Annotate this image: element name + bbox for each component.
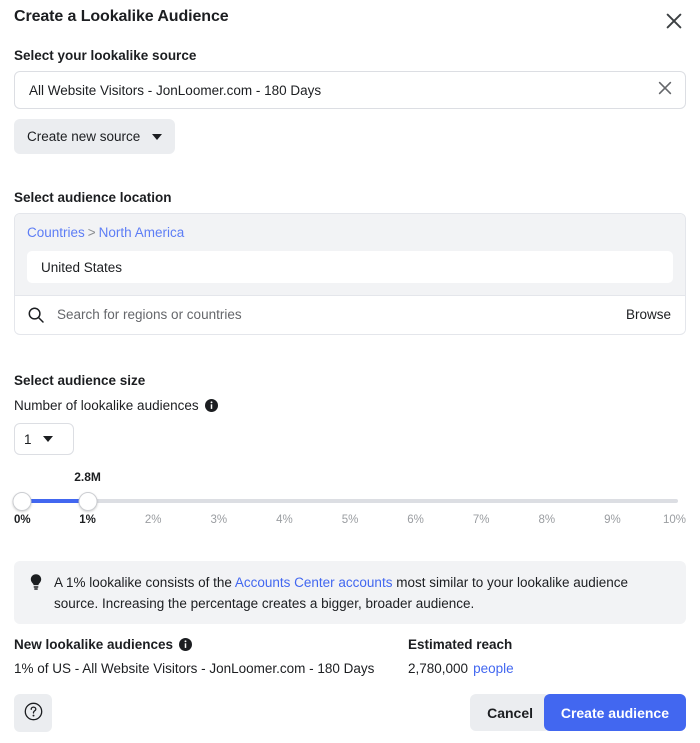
- summary-audience-name: 1% of US - All Website Visitors - JonLoo…: [14, 661, 375, 676]
- tip-text-before: A 1% lookalike consists of the: [54, 575, 235, 590]
- close-dialog-button[interactable]: [658, 5, 690, 37]
- cancel-button[interactable]: Cancel: [470, 694, 550, 731]
- page-title: Create a Lookalike Audience: [14, 8, 229, 25]
- close-icon: [665, 12, 683, 30]
- audience-location-panel: Countries>North America United States Br…: [14, 213, 686, 335]
- breadcrumb: Countries > North America: [27, 224, 673, 242]
- summary-header-row: New lookalike audiences Estimated reach: [14, 637, 686, 652]
- slider-tick-0[interactable]: 0%: [14, 514, 31, 526]
- lookalike-source-field[interactable]: All Website Visitors - JonLoomer.com - 1…: [14, 71, 686, 109]
- create-new-source-label: Create new source: [27, 129, 141, 144]
- audience-size-section-label: Select audience size: [14, 373, 146, 388]
- summary-col-reach-header: Estimated reach: [408, 637, 513, 652]
- summary-col-audiences-label: New lookalike audiences: [14, 637, 174, 652]
- summary-col-audiences-header: New lookalike audiences: [14, 637, 408, 652]
- selected-location-item[interactable]: United States: [27, 251, 673, 283]
- lookalike-tip-box: A 1% lookalike consists of the Accounts …: [14, 561, 686, 624]
- accounts-center-accounts-link[interactable]: Accounts Center accounts: [235, 575, 393, 590]
- lookalike-source-value: All Website Visitors - JonLoomer.com - 1…: [29, 82, 322, 98]
- reach-people-link[interactable]: people: [473, 661, 514, 676]
- number-of-audiences-row: Number of lookalike audiences: [14, 398, 218, 413]
- info-icon[interactable]: [204, 399, 218, 412]
- breadcrumb-north-america[interactable]: North America: [99, 225, 185, 240]
- slider-handle-upper[interactable]: [78, 492, 98, 511]
- location-panel-top: Countries > North America United States: [15, 214, 685, 295]
- breadcrumb-countries[interactable]: Countries: [27, 225, 85, 240]
- create-lookalike-audience-dialog: Create a Lookalike Audience Select your …: [0, 0, 700, 743]
- slider-tick-4[interactable]: 4%: [276, 514, 293, 526]
- info-icon[interactable]: [179, 638, 193, 651]
- slider-tick-8[interactable]: 8%: [538, 514, 555, 526]
- slider-tick-7[interactable]: 7%: [473, 514, 490, 526]
- dialog-footer: Cancel Create audience: [0, 683, 700, 743]
- browse-link[interactable]: Browse: [626, 307, 671, 322]
- audience-size-slider[interactable]: 2.8M 0% 1% 2% 3% 4% 5% 6% 7% 8% 9% 10%: [12, 470, 686, 532]
- slider-tick-6[interactable]: 6%: [407, 514, 424, 526]
- slider-tick-labels: 0% 1% 2% 3% 4% 5% 6% 7% 8% 9% 10%: [14, 514, 686, 532]
- location-search-row: Browse: [15, 295, 685, 333]
- summary-table: New lookalike audiences Estimated reach …: [14, 637, 686, 676]
- source-section-label: Select your lookalike source: [14, 48, 197, 63]
- number-of-audiences-select[interactable]: 1: [14, 423, 74, 455]
- slider-reach-label: 2.8M: [74, 470, 101, 484]
- slider-tick-5[interactable]: 5%: [342, 514, 359, 526]
- slider-tick-2[interactable]: 2%: [145, 514, 162, 526]
- search-input[interactable]: [57, 307, 626, 322]
- summary-reach-cell: 2,780,000 people: [408, 661, 514, 676]
- location-section-label: Select audience location: [14, 190, 172, 205]
- slider-tick-3[interactable]: 3%: [210, 514, 227, 526]
- chevron-down-icon: [42, 436, 53, 442]
- tip-text: A 1% lookalike consists of the Accounts …: [54, 572, 672, 624]
- help-button[interactable]: [14, 694, 52, 732]
- chevron-down-icon: [152, 133, 163, 140]
- create-new-source-button[interactable]: Create new source: [14, 119, 176, 154]
- dialog-header: Create a Lookalike Audience: [0, 0, 700, 42]
- slider-tick-9[interactable]: 9%: [604, 514, 621, 526]
- slider-tick-1[interactable]: 1%: [79, 514, 96, 526]
- close-icon: [657, 80, 673, 101]
- question-mark-circle-icon: [24, 702, 43, 724]
- lightbulb-icon: [28, 573, 44, 591]
- slider-tick-10[interactable]: 10%: [663, 514, 686, 526]
- clear-source-button[interactable]: [650, 75, 680, 105]
- breadcrumb-separator: >: [87, 225, 96, 240]
- slider-handle-lower[interactable]: [12, 492, 32, 511]
- number-of-audiences-value: 1: [24, 431, 32, 447]
- create-audience-button[interactable]: Create audience: [543, 694, 686, 731]
- search-icon: [27, 306, 45, 324]
- slider-track[interactable]: [22, 499, 678, 503]
- table-row: 1% of US - All Website Visitors - JonLoo…: [14, 661, 686, 676]
- summary-reach-value: 2,780,000: [408, 661, 469, 676]
- number-of-audiences-label: Number of lookalike audiences: [14, 398, 199, 413]
